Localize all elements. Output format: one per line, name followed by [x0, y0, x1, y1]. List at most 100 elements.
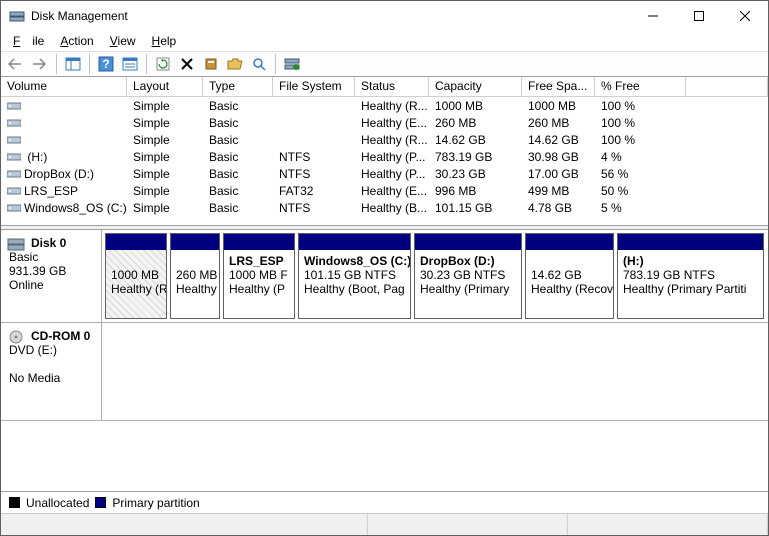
disk-0-type: Basic	[9, 250, 38, 264]
menu-help[interactable]: Help	[146, 33, 183, 49]
volume-pct: 5 %	[595, 201, 686, 215]
partition-title: DropBox (D:)	[420, 254, 495, 268]
partition-stripe	[415, 234, 521, 250]
show-hide-tree-button[interactable]	[62, 53, 84, 75]
col-pctfree[interactable]: % Free	[595, 77, 686, 96]
volume-capacity: 30.23 GB	[429, 167, 522, 181]
cdrom-label[interactable]: CD-ROM 0 DVD (E:) No Media	[1, 323, 102, 420]
settings-button[interactable]	[200, 53, 222, 75]
disk-0-partitions: 1000 MBHealthy (R260 MBHealthy (LRS_ESP1…	[102, 230, 768, 322]
volume-pct: 100 %	[595, 99, 686, 113]
disk-0-row[interactable]: Disk 0 Basic 931.39 GB Online 1000 MBHea…	[1, 230, 768, 323]
refresh-button[interactable]	[152, 53, 174, 75]
volume-list[interactable]: SimpleBasicHealthy (R...1000 MB1000 MB10…	[1, 97, 768, 225]
partition-status: Healthy (R	[111, 282, 166, 296]
col-status[interactable]: Status	[355, 77, 429, 96]
disk-0-label[interactable]: Disk 0 Basic 931.39 GB Online	[1, 230, 102, 322]
cdrom-partitions	[102, 323, 768, 420]
partition[interactable]: 14.62 GBHealthy (Recov	[525, 233, 614, 319]
col-spacer	[686, 77, 768, 96]
volume-layout: Simple	[127, 167, 203, 181]
partition-size: 1000 MB F	[229, 268, 288, 282]
menu-view[interactable]: View	[104, 33, 142, 49]
partition[interactable]: Windows8_OS (C:)101.15 GB NTFSHealthy (B…	[298, 233, 411, 319]
volume-name: LRS_ESP	[24, 184, 78, 198]
volume-list-header: Volume Layout Type File System Status Ca…	[1, 77, 768, 97]
volume-row[interactable]: SimpleBasicHealthy (E...260 MB260 MB100 …	[1, 114, 768, 131]
volume-fs: NTFS	[273, 150, 355, 164]
col-filesystem[interactable]: File System	[273, 77, 355, 96]
legend-primary: Primary partition	[112, 496, 199, 510]
volume-icon	[7, 152, 21, 162]
partition-size: 1000 MB	[111, 268, 159, 282]
partition-status: Healthy (Primary	[420, 282, 509, 296]
disk-0-state: Online	[9, 278, 44, 292]
volume-free: 14.62 GB	[522, 133, 595, 147]
volume-type: Basic	[203, 116, 273, 130]
partition-size: 14.62 GB	[531, 268, 582, 282]
close-button[interactable]	[722, 1, 768, 31]
volume-pct: 100 %	[595, 116, 686, 130]
maximize-button[interactable]	[676, 1, 722, 31]
volume-status: Healthy (B...	[355, 201, 429, 215]
volume-row[interactable]: DropBox (D:)SimpleBasicNTFSHealthy (P...…	[1, 165, 768, 182]
minimize-button[interactable]	[630, 1, 676, 31]
col-layout[interactable]: Layout	[127, 77, 203, 96]
volume-free: 17.00 GB	[522, 167, 595, 181]
col-type[interactable]: Type	[203, 77, 273, 96]
volume-type: Basic	[203, 201, 273, 215]
partition-stripe	[171, 234, 219, 250]
volume-fs: NTFS	[273, 201, 355, 215]
volume-free: 30.98 GB	[522, 150, 595, 164]
partition-size: 30.23 GB NTFS	[420, 268, 505, 282]
partition-stripe	[106, 234, 166, 250]
volume-name: (H:)	[24, 150, 47, 164]
volume-type: Basic	[203, 99, 273, 113]
content-area: Volume Layout Type File System Status Ca…	[1, 77, 768, 513]
volume-type: Basic	[203, 150, 273, 164]
volume-row[interactable]: SimpleBasicHealthy (R...1000 MB1000 MB10…	[1, 97, 768, 114]
volume-type: Basic	[203, 184, 273, 198]
volume-pct: 4 %	[595, 150, 686, 164]
partition[interactable]: 260 MBHealthy (	[170, 233, 220, 319]
properties-button[interactable]	[119, 53, 141, 75]
volume-free: 1000 MB	[522, 99, 595, 113]
partition-title: (H:)	[623, 254, 644, 268]
volume-icon	[7, 169, 21, 179]
cdrom-type: DVD (E:)	[9, 343, 57, 357]
volume-row[interactable]: Windows8_OS (C:)SimpleBasicNTFSHealthy (…	[1, 199, 768, 216]
back-button[interactable]	[5, 53, 27, 75]
volume-row[interactable]: SimpleBasicHealthy (R...14.62 GB14.62 GB…	[1, 131, 768, 148]
col-volume[interactable]: Volume	[1, 77, 127, 96]
volume-layout: Simple	[127, 133, 203, 147]
open-button[interactable]	[224, 53, 246, 75]
volume-status: Healthy (P...	[355, 167, 429, 181]
titlebar[interactable]: Disk Management	[1, 1, 768, 31]
volume-fs: NTFS	[273, 167, 355, 181]
partition-size: 783.19 GB NTFS	[623, 268, 715, 282]
col-freespace[interactable]: Free Spa...	[522, 77, 595, 96]
volume-pct: 50 %	[595, 184, 686, 198]
menu-file[interactable]: File	[7, 33, 50, 49]
menu-action[interactable]: Action	[54, 33, 99, 49]
partition[interactable]: (H:)783.19 GB NTFSHealthy (Primary Parti…	[617, 233, 764, 319]
help-button[interactable]: ?	[95, 53, 117, 75]
partition[interactable]: DropBox (D:)30.23 GB NTFSHealthy (Primar…	[414, 233, 522, 319]
partition-status: Healthy (Primary Partiti	[623, 282, 746, 296]
find-button[interactable]	[248, 53, 270, 75]
graphical-view: Disk 0 Basic 931.39 GB Online 1000 MBHea…	[1, 230, 768, 491]
volume-row[interactable]: (H:)SimpleBasicNTFSHealthy (P...783.19 G…	[1, 148, 768, 165]
partition[interactable]: LRS_ESP1000 MB FHealthy (P	[223, 233, 295, 319]
volume-capacity: 14.62 GB	[429, 133, 522, 147]
col-capacity[interactable]: Capacity	[429, 77, 522, 96]
partition-stripe	[299, 234, 410, 250]
volume-row[interactable]: LRS_ESPSimpleBasicFAT32Healthy (E...996 …	[1, 182, 768, 199]
delete-button[interactable]	[176, 53, 198, 75]
partition[interactable]: 1000 MBHealthy (R	[105, 233, 167, 319]
window-title: Disk Management	[31, 9, 630, 23]
volume-fs: FAT32	[273, 184, 355, 198]
cdrom-row[interactable]: CD-ROM 0 DVD (E:) No Media	[1, 323, 768, 421]
partition-view-button[interactable]	[281, 53, 303, 75]
volume-capacity: 260 MB	[429, 116, 522, 130]
forward-button[interactable]	[29, 53, 51, 75]
